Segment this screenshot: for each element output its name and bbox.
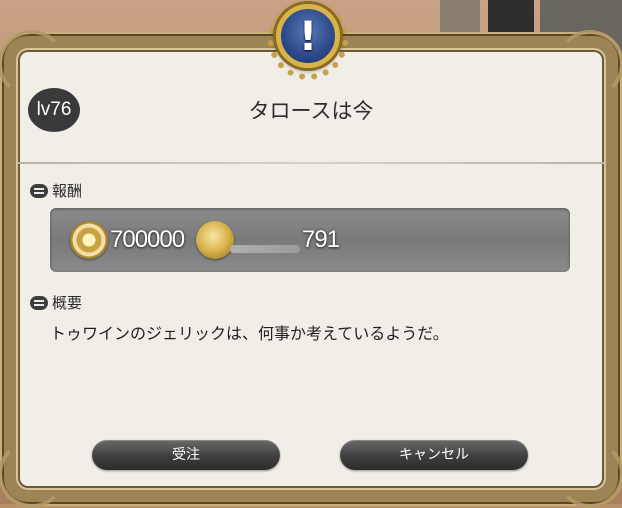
reward-panel: 700000 791 — [50, 208, 570, 272]
frame-ornament — [556, 440, 622, 508]
summary-text: トゥワインのジェリックは、何事か考えているようだ。 — [50, 324, 449, 343]
section-icon — [30, 183, 48, 198]
exclamation-icon: ! — [276, 4, 340, 68]
book-icon — [30, 295, 48, 310]
summary-heading: 概要 — [30, 292, 82, 313]
quest-title: タロースは今 — [248, 99, 374, 123]
exp-icon — [70, 221, 108, 259]
gil-reward[interactable]: 791 — [196, 220, 340, 260]
frame-ornament — [556, 30, 622, 98]
frame-ornament — [0, 440, 66, 508]
cancel-button[interactable]: キャンセル — [340, 440, 528, 470]
reward-label: 報酬 — [52, 182, 83, 200]
reward-heading: 報酬 — [30, 180, 82, 201]
summary-label: 概要 — [52, 294, 83, 312]
exp-reward[interactable]: 700000 — [70, 220, 185, 260]
gil-underline — [230, 245, 300, 253]
level-badge: lv76 — [28, 88, 80, 132]
gil-coin-icon — [196, 221, 234, 259]
accept-button[interactable]: 受注 — [92, 440, 280, 470]
exp-value: 700000 — [110, 226, 185, 253]
gil-value: 791 — [302, 226, 340, 253]
divider — [18, 162, 604, 164]
